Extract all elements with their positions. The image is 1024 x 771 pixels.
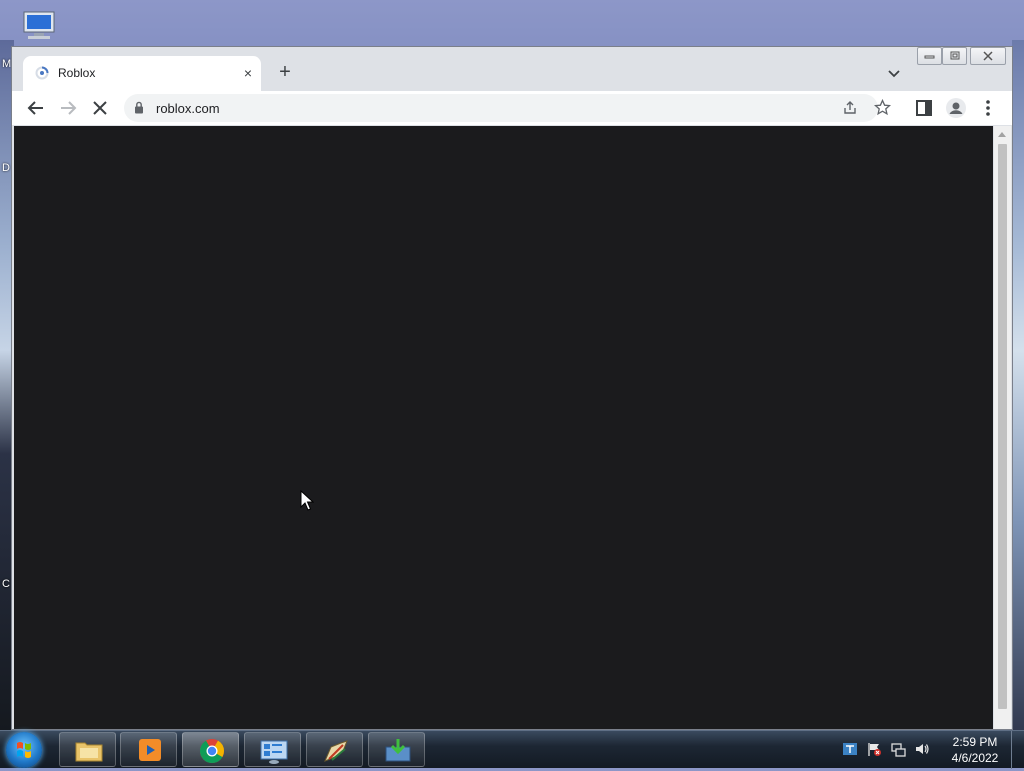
computer-desktop-icon[interactable] — [18, 10, 60, 42]
taskbar-google-chrome[interactable] — [182, 732, 239, 767]
page-content[interactable] — [14, 126, 993, 729]
back-arrow-icon[interactable] — [24, 96, 48, 120]
show-desktop-button[interactable] — [1011, 731, 1024, 769]
tab-close-icon[interactable]: × — [239, 64, 257, 82]
desktop-icon-label-fragment: C — [2, 578, 10, 590]
scroll-up-arrow-icon[interactable] — [998, 132, 1006, 137]
stop-loading-icon[interactable] — [88, 96, 112, 120]
network-icon[interactable] — [890, 741, 906, 757]
desktop-wallpaper-right — [1012, 40, 1024, 730]
taskbar-control-panel[interactable] — [244, 732, 301, 767]
clock-date: 4/6/2022 — [951, 751, 999, 765]
folder-icon — [75, 742, 103, 762]
media-player-icon — [139, 739, 161, 761]
address-bar[interactable]: roblox.com — [124, 94, 891, 122]
mouse-cursor-icon — [300, 490, 314, 511]
restore-icon — [950, 51, 960, 60]
vertical-scrollbar[interactable] — [994, 126, 1011, 729]
system-clock[interactable]: 2:59 PM 4/6/2022 — [940, 734, 1010, 766]
desktop-icon-label-fragment: M — [2, 58, 12, 70]
taskbar: 2:59 PM 4/6/2022 — [0, 730, 1024, 769]
chrome-icon — [199, 739, 224, 764]
forward-arrow-icon[interactable] — [56, 96, 80, 120]
taskbar-windows-explorer[interactable] — [59, 732, 116, 767]
url-text: roblox.com — [156, 101, 220, 116]
desktop-icon-label-fragment: D — [2, 162, 10, 174]
browser-window: Roblox × + roblox.com — [11, 46, 1013, 730]
browser-toolbar: roblox.com — [12, 91, 1012, 125]
paintbrush-icon — [324, 740, 348, 762]
tab-roblox[interactable]: Roblox × — [23, 56, 261, 91]
taskbar-download-manager[interactable] — [368, 732, 425, 767]
close-icon — [983, 51, 993, 61]
volume-icon[interactable] — [914, 741, 930, 757]
profile-avatar-icon[interactable] — [944, 96, 968, 120]
close-window-button[interactable] — [970, 47, 1006, 65]
minimize-icon — [924, 55, 935, 59]
side-panel-icon[interactable] — [912, 96, 936, 120]
language-bar-icon[interactable] — [842, 741, 858, 757]
lock-icon[interactable] — [134, 101, 144, 114]
action-center-flag-icon[interactable] — [866, 741, 882, 757]
windows-logo-icon — [17, 742, 31, 758]
star-icon[interactable] — [874, 99, 891, 116]
tab-title: Roblox — [58, 66, 96, 80]
control-panel-icon — [260, 740, 288, 764]
scrollbar-thumb[interactable] — [998, 144, 1007, 709]
download-icon — [385, 739, 411, 762]
minimize-button[interactable] — [917, 47, 942, 65]
chevron-down-icon[interactable] — [884, 63, 904, 83]
tab-strip: Roblox × + — [12, 47, 1012, 91]
new-tab-button[interactable]: + — [274, 62, 296, 84]
clock-time: 2:59 PM — [952, 735, 998, 749]
loading-spinner-icon — [35, 66, 49, 80]
restore-button[interactable] — [942, 47, 967, 65]
kebab-menu-icon[interactable] — [976, 96, 1000, 120]
start-button[interactable] — [6, 732, 42, 768]
share-icon[interactable] — [842, 100, 858, 116]
taskbar-media-player[interactable] — [120, 732, 177, 767]
taskbar-paint-tool[interactable] — [306, 732, 363, 767]
